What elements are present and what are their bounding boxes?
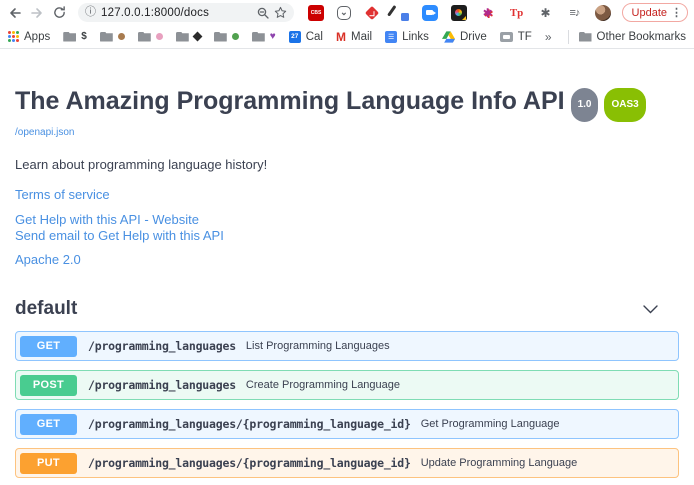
gmail-icon: M (336, 30, 346, 44)
swagger-page: The Amazing Programming Language Info AP… (0, 86, 694, 485)
version-badge: 1.0 (571, 88, 599, 122)
purple-heart-icon: ♥ (270, 32, 276, 42)
address-bar[interactable]: ⓘ 127.0.0.1:8000/docs (78, 3, 294, 22)
bookmark-folder-dollar[interactable]: $ (63, 32, 87, 42)
folder-icon (579, 32, 592, 42)
oas3-badge: OAS3 (604, 88, 645, 122)
forward-icon[interactable] (26, 2, 48, 24)
other-bookmarks[interactable]: Other Bookmarks (579, 31, 686, 43)
endpoint-path: /programming_languages/{programming_lang… (88, 456, 411, 470)
tampermonkey-extension-icon[interactable]: Tp (509, 5, 525, 21)
bookmark-tf[interactable]: TF (500, 31, 532, 43)
endpoint-path: /programming_languages/{programming_lang… (88, 417, 411, 431)
horse-icon (118, 33, 125, 40)
calendar-icon: 27 (289, 31, 301, 43)
endpoint-row[interactable]: GET /programming_languages List Programm… (15, 331, 679, 361)
endpoint-summary: Create Programming Language (246, 379, 400, 391)
section-title: default (15, 298, 77, 320)
links-icon: ☰ (385, 31, 397, 43)
browser-menu-icon[interactable]: ⋮ (671, 6, 682, 19)
help-website-link[interactable]: Get Help with this API - Website (15, 212, 679, 227)
bookmarks-bar: Apps $ ♥ 27Cal MMail ☰Links Drive TF » O… (0, 25, 694, 49)
tf-icon (500, 32, 513, 42)
page-title: The Amazing Programming Language Info AP… (15, 86, 679, 122)
page-info-icon[interactable]: ⓘ (85, 7, 96, 18)
method-badge: GET (20, 336, 77, 357)
zoom-icon[interactable] (257, 7, 269, 19)
endpoint-path: /programming_languages (88, 378, 236, 392)
bookmark-drive[interactable]: Drive (442, 31, 487, 43)
folder-icon (176, 32, 189, 42)
endpoint-summary: Get Programming Language (421, 418, 560, 430)
flower-extension-icon[interactable]: ✱ (480, 5, 496, 21)
folder-icon (214, 32, 227, 42)
apps-grid-icon (8, 31, 19, 42)
back-icon[interactable] (4, 2, 26, 24)
pattern-extension-icon[interactable] (451, 5, 467, 21)
graduation-cap-icon (192, 32, 202, 42)
license-link[interactable]: Apache 2.0 (15, 252, 679, 267)
bookmarks-overflow-chevron[interactable]: » (545, 30, 552, 44)
brain-icon (156, 33, 163, 40)
share-extension-icon[interactable] (364, 5, 380, 21)
default-section-header[interactable]: default (15, 298, 679, 320)
folder-icon (252, 32, 265, 42)
url-text[interactable]: 127.0.0.1:8000/docs (101, 7, 252, 19)
extensions-strip: CBS ⌄ ✱ Tp ✱ ≡♪ (308, 5, 612, 21)
bookmark-cal[interactable]: 27Cal (289, 31, 323, 43)
endpoint-row[interactable]: PUT /programming_languages/{programming_… (15, 448, 679, 478)
playlist-extension-icon[interactable]: ≡♪ (566, 5, 582, 21)
api-description: Learn about programming language history… (15, 157, 679, 172)
method-badge: GET (20, 414, 77, 435)
endpoint-summary: Update Programming Language (421, 457, 578, 469)
folder-icon (63, 32, 76, 42)
folder-icon (138, 32, 151, 42)
bookmark-folder-gradcap[interactable] (176, 32, 201, 42)
bookmark-links[interactable]: ☰Links (385, 31, 429, 43)
bookmark-folder-green[interactable] (214, 32, 239, 42)
endpoint-row[interactable]: POST /programming_languages Create Progr… (15, 370, 679, 400)
puzzle-extension-icon[interactable]: ✱ (538, 5, 554, 21)
terms-of-service-link[interactable]: Terms of service (15, 187, 679, 202)
endpoint-summary: List Programming Languages (246, 340, 390, 352)
apps-shortcut[interactable]: Apps (8, 31, 50, 43)
openapi-json-link[interactable]: /openapi.json (15, 127, 75, 138)
endpoint-list: GET /programming_languages List Programm… (15, 331, 679, 485)
browser-toolbar: ⓘ 127.0.0.1:8000/docs CBS ⌄ ✱ Tp ✱ ≡♪ Up… (0, 0, 694, 25)
bookmark-star-icon[interactable] (274, 6, 287, 19)
reload-icon[interactable] (48, 2, 70, 24)
bookmarks-divider (568, 30, 569, 44)
bookmark-folder-horse[interactable] (100, 32, 125, 42)
help-email-link[interactable]: Send email to Get Help with this API (15, 228, 679, 243)
drive-icon (442, 31, 455, 43)
color-picker-extension-icon[interactable] (393, 5, 409, 21)
bookmark-mail[interactable]: MMail (336, 30, 372, 44)
endpoint-path: /programming_languages (88, 339, 236, 353)
zoom-extension-icon[interactable] (422, 5, 438, 21)
endpoint-row[interactable]: GET /programming_languages/{programming_… (15, 409, 679, 439)
bookmark-folder-heart[interactable]: ♥ (252, 32, 276, 42)
pocket-extension-icon[interactable]: ⌄ (337, 6, 351, 20)
lizard-icon (232, 33, 239, 40)
method-badge: PUT (20, 453, 77, 474)
chevron-down-icon[interactable] (643, 305, 658, 314)
method-badge: POST (20, 375, 77, 396)
profile-avatar[interactable] (595, 5, 611, 21)
folder-icon (100, 32, 113, 42)
cbs-extension-icon[interactable]: CBS (308, 5, 324, 21)
bookmark-folder-brain[interactable] (138, 32, 163, 42)
api-title-text: The Amazing Programming Language Info AP… (15, 86, 565, 116)
chrome-update-button[interactable]: Update ⋮ (622, 3, 688, 22)
